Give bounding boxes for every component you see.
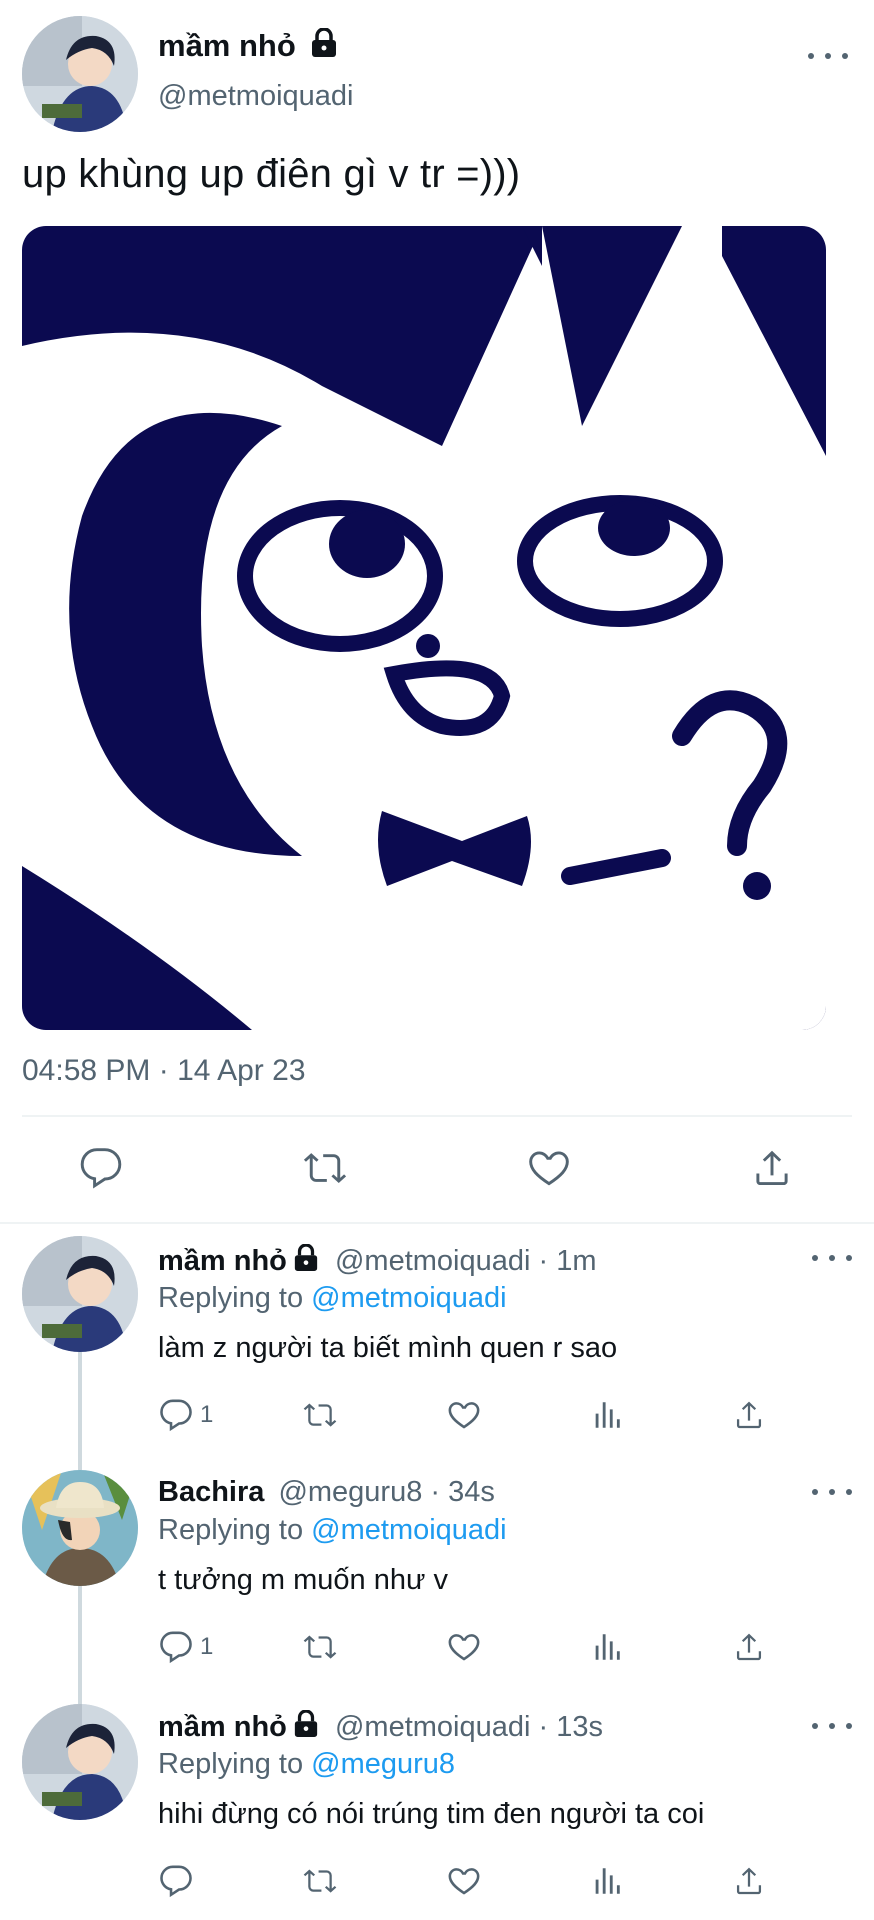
more-options-icon[interactable]	[812, 1248, 852, 1268]
reply-text: t tưởng m muốn như v	[158, 1564, 448, 1596]
reply-icon[interactable]	[158, 1864, 200, 1898]
retweet-icon[interactable]	[300, 1630, 340, 1664]
reply-author-name[interactable]: mầm nhỏ	[158, 1711, 287, 1743]
like-icon[interactable]	[446, 1630, 482, 1664]
share-icon[interactable]	[750, 1146, 794, 1190]
reply-icon[interactable]: 1	[158, 1398, 213, 1432]
lock-icon	[312, 28, 337, 57]
more-options-icon[interactable]	[808, 46, 848, 66]
thread-line	[78, 1350, 82, 1470]
tweet-timestamp[interactable]: 04:58 PM · 14 Apr 23	[22, 1054, 306, 1088]
author-name[interactable]: mầm nhỏ	[158, 28, 296, 63]
reply-avatar[interactable]	[22, 1470, 138, 1586]
share-icon[interactable]	[732, 1398, 766, 1432]
like-icon[interactable]	[446, 1864, 482, 1898]
reply-header: mầm nhỏ @metmoiquadi · 1m	[158, 1244, 597, 1278]
more-options-icon[interactable]	[812, 1716, 852, 1736]
replying-to-link[interactable]: @metmoiquadi	[311, 1514, 506, 1546]
replying-to: Replying to @metmoiquadi	[158, 1282, 507, 1314]
analytics-icon[interactable]	[590, 1630, 624, 1664]
tweet-text: up khùng up điên gì v tr =)))	[22, 152, 521, 196]
like-icon[interactable]	[526, 1146, 572, 1190]
reply-icon[interactable]: 1	[158, 1630, 213, 1664]
reply-header: Bachira @meguru8 · 34s	[158, 1476, 495, 1509]
retweet-icon[interactable]	[300, 1864, 340, 1898]
analytics-icon[interactable]	[590, 1398, 624, 1432]
tweet-image[interactable]	[22, 226, 826, 1030]
reply-text: làm z người ta biết mình quen r sao	[158, 1332, 618, 1364]
retweet-icon[interactable]	[300, 1146, 350, 1190]
lock-icon	[294, 1710, 318, 1737]
reply-header: mầm nhỏ @metmoiquadi · 13s	[158, 1710, 603, 1744]
replying-to: Replying to @metmoiquadi	[158, 1514, 507, 1546]
reply-handle-time[interactable]: @metmoiquadi · 13s	[335, 1711, 603, 1743]
analytics-icon[interactable]	[590, 1864, 624, 1898]
reply-author-name[interactable]: mầm nhỏ	[158, 1245, 287, 1277]
author-name-row: mầm nhỏ	[158, 28, 338, 64]
share-icon[interactable]	[732, 1864, 766, 1898]
reply-handle-time[interactable]: @meguru8 · 34s	[278, 1476, 494, 1508]
section-divider	[0, 1222, 874, 1224]
author-avatar[interactable]	[22, 16, 138, 132]
lock-icon	[294, 1244, 318, 1271]
share-icon[interactable]	[732, 1630, 766, 1664]
reply-author-name[interactable]: Bachira	[158, 1476, 264, 1508]
reply-avatar[interactable]	[22, 1704, 138, 1820]
retweet-icon[interactable]	[300, 1398, 340, 1432]
replying-to-link[interactable]: @metmoiquadi	[311, 1282, 506, 1314]
author-handle[interactable]: @metmoiquadi	[158, 80, 353, 113]
replying-to-link[interactable]: @meguru8	[311, 1748, 455, 1780]
like-icon[interactable]	[446, 1398, 482, 1432]
reply-handle-time[interactable]: @metmoiquadi · 1m	[335, 1245, 597, 1277]
reply-count: 1	[200, 1401, 214, 1428]
reply-icon[interactable]	[78, 1146, 124, 1190]
replying-to: Replying to @meguru8	[158, 1748, 456, 1780]
reply-text: hihi đừng có nói trúng tim đen người ta …	[158, 1798, 705, 1830]
more-options-icon[interactable]	[812, 1482, 852, 1502]
reply-count: 1	[200, 1633, 214, 1660]
divider	[22, 1115, 852, 1117]
reply-avatar[interactable]	[22, 1236, 138, 1352]
thread-line	[78, 1584, 82, 1704]
